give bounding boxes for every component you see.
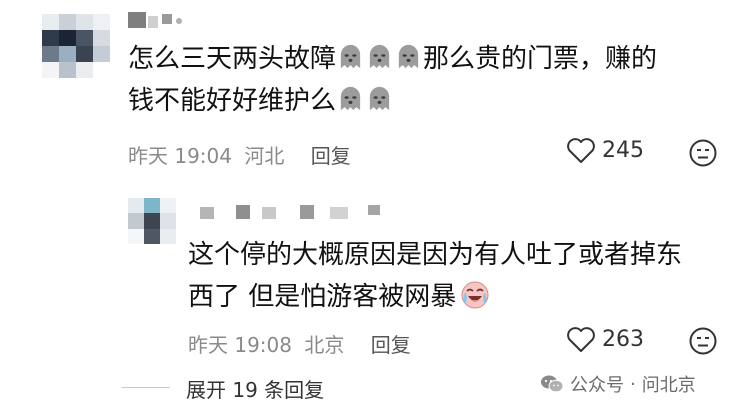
timestamp: 昨天 19:08 [188, 333, 292, 357]
watermark-prefix: 公众号 [570, 375, 624, 396]
expand-replies-button[interactable]: 展开 19 条回复 [186, 374, 324, 403]
ghost-sigh-emoji [340, 44, 361, 69]
watermark-separator: · [630, 373, 636, 395]
ghost-sigh-emoji [398, 44, 419, 69]
timestamp: 昨天 19:04 [128, 144, 232, 168]
reply-meta: 昨天 19:08 北京 回复 [188, 329, 411, 358]
reply-button[interactable]: 回复 [371, 333, 411, 357]
comment-text: 怎么三天两头故障 [128, 44, 337, 74]
ghost-sigh-emoji [369, 44, 390, 69]
like-count: 263 [602, 327, 644, 352]
divider-line [122, 387, 170, 388]
comment-text: 那么贵的门票，赚的 [423, 44, 658, 74]
reply-text-line-2: 西了 但是怕游客被网暴 [188, 276, 490, 318]
location: 北京 [304, 333, 345, 357]
ghost-sigh-emoji [340, 86, 361, 111]
comment-text-line-2: 钱不能好好维护么 [128, 80, 394, 122]
reply-text: 这个停的大概原因是因为有人吐了或者掉东 [188, 240, 683, 270]
comment-text: 钱不能好好维护么 [128, 86, 337, 116]
watermark-name: 问北京 [641, 375, 696, 396]
comment-meta: 昨天 19:04 河北 回复 [128, 140, 351, 169]
reply-text: 西了 但是怕游客被网暴 [188, 282, 457, 312]
heart-outline-icon [567, 327, 595, 352]
comment-text-line-1: 怎么三天两头故障 那么贵的门票，赚的 [128, 38, 657, 80]
meh-face-icon[interactable] [688, 326, 718, 356]
avatar[interactable] [128, 198, 176, 244]
username-pixelated[interactable]: ▝ ▘ ▖ ▗ ▖ [200, 205, 390, 221]
reply-button[interactable]: 回复 [311, 144, 351, 168]
reply-text-line-1: 这个停的大概原因是因为有人吐了或者掉东 [188, 234, 682, 276]
watermark: 公众号 · 问北京 [540, 371, 696, 397]
avatar[interactable] [42, 14, 110, 78]
location: 河北 [244, 144, 285, 168]
heart-outline-icon [567, 138, 595, 163]
like-button[interactable]: 245 [566, 137, 644, 164]
wechat-icon [541, 375, 564, 393]
crying-laughing-emoji [461, 281, 489, 309]
ghost-sigh-emoji [369, 86, 390, 111]
like-button[interactable]: 263 [566, 326, 644, 353]
meh-face-icon[interactable] [688, 138, 718, 168]
like-count: 245 [602, 138, 644, 163]
username-pixelated[interactable]: ▇ ▘。 [128, 12, 198, 30]
